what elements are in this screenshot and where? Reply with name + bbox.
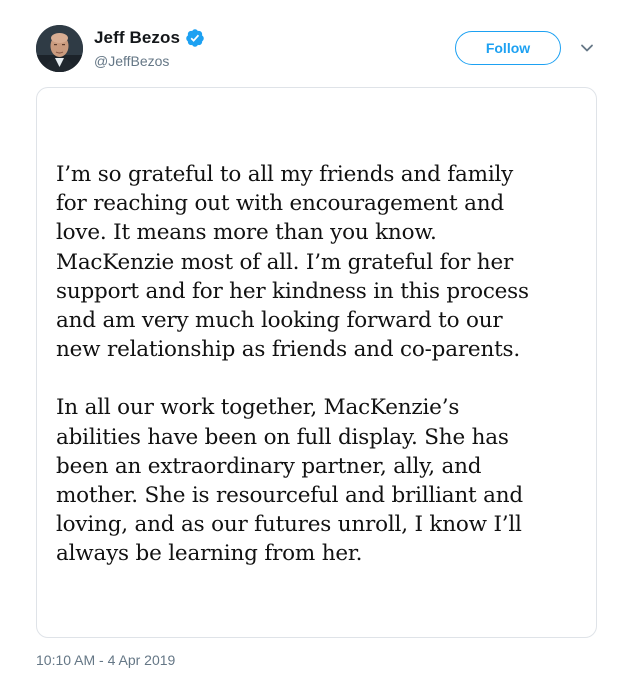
- tweet-image-card[interactable]: I’m so grateful to all my friends and fa…: [36, 87, 597, 638]
- verified-badge-icon: [186, 29, 204, 47]
- follow-button[interactable]: Follow: [455, 31, 561, 65]
- statement-text: I’m so grateful to all my friends and fa…: [56, 160, 586, 598]
- statement-paragraph-1: I’m so grateful to all my friends and fa…: [56, 162, 529, 363]
- avatar[interactable]: [36, 25, 83, 72]
- tweet-header: Jeff Bezos @JeffBezos Follow: [0, 0, 634, 80]
- chevron-down-icon[interactable]: [579, 40, 595, 56]
- profile-photo: [36, 25, 83, 72]
- author-name[interactable]: Jeff Bezos: [94, 28, 180, 48]
- author-handle[interactable]: @JeffBezos: [94, 53, 169, 69]
- statement-paragraph-2: In all our work together, MacKenzie’s ab…: [56, 395, 523, 567]
- author-name-row: Jeff Bezos: [94, 27, 205, 49]
- tweet-timestamp[interactable]: 10:10 AM - 4 Apr 2019: [36, 652, 175, 668]
